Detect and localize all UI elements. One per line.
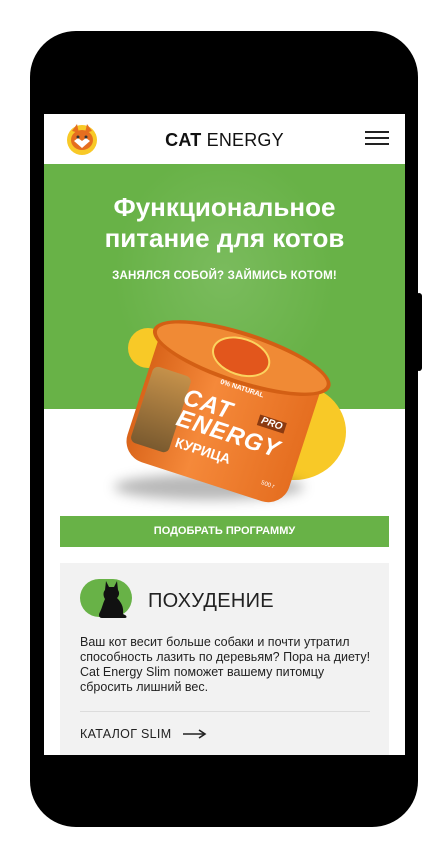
card-divider [80, 711, 370, 712]
catalog-slim-link[interactable]: КАТАЛОГ SLIM [80, 727, 207, 741]
cat-silhouette-icon [98, 581, 127, 618]
hero-title: Функциональное питание для котов [44, 192, 405, 254]
phone-screen: CAT ENERGY Функциональное питание для ко… [44, 114, 405, 755]
brand-bold: CAT [165, 130, 202, 150]
card-description: Ваш кот весит больше собаки и почти утра… [80, 635, 371, 694]
hero-title-line2: питание для котов [104, 223, 345, 253]
site-header: CAT ENERGY [44, 114, 405, 164]
catalog-slim-link-label: КАТАЛОГ SLIM [80, 727, 172, 741]
card-title: ПОХУДЕНИЕ [148, 590, 274, 612]
hero-subtitle: ЗАНЯЛСЯ СОБОЙ? ЗАЙМИСЬ КОТОМ! [112, 270, 337, 282]
brand-name[interactable]: CAT ENERGY [44, 130, 405, 151]
arrow-right-icon [183, 729, 207, 739]
hamburger-menu-icon[interactable] [365, 131, 389, 145]
choose-program-button[interactable]: ПОДОБРАТЬ ПРОГРАММУ [60, 516, 389, 547]
hero-title-line1: Функциональное [113, 192, 336, 222]
phone-side-button [416, 293, 422, 371]
brand-light: ENERGY [206, 130, 284, 150]
program-card-slim: ПОХУДЕНИЕ Ваш кот весит больше собаки и … [60, 563, 389, 755]
